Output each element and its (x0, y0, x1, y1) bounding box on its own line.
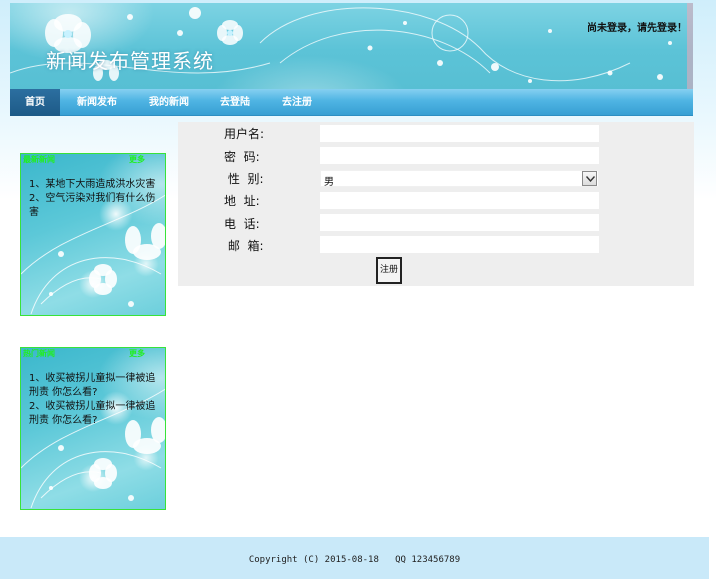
gender-label: 性 别: (224, 172, 264, 186)
chevron-down-icon[interactable] (582, 171, 597, 186)
email-label: 邮 箱: (224, 239, 264, 253)
phone-field[interactable] (320, 214, 599, 231)
box-header: 热门新闻 更多 (21, 348, 165, 359)
hot-news-box: 热门新闻 更多 1、收买被拐儿童拟一律被追刑责 你怎么看? 2、收买被拐儿童拟一… (20, 347, 166, 510)
latest-news-box: 最新新闻 更多 1、某地下大雨造成洪水灾害 2、空气污染对我们有什么伤害 (20, 153, 166, 316)
more-link[interactable]: 更多 (129, 348, 145, 359)
phone-label: 电 话: (224, 217, 260, 231)
username-field[interactable] (320, 125, 599, 142)
username-label: 用户名: (224, 127, 265, 141)
box-title: 最新新闻 (23, 155, 55, 164)
register-button[interactable]: 注册 (376, 257, 402, 284)
password-label: 密 码: (224, 150, 260, 164)
footer: Copyright (C) 2015-08-18 QQ 123456789 (0, 537, 709, 579)
copyright-text: Copyright (C) 2015-08-18 QQ 123456789 (248, 555, 461, 565)
gender-select[interactable]: 男 (320, 170, 599, 188)
nav-item-my-news[interactable]: 我的新闻 (138, 89, 200, 116)
password-field[interactable] (320, 147, 599, 164)
more-link[interactable]: 更多 (129, 154, 145, 165)
list-item[interactable]: 2、空气污染对我们有什么伤害 (29, 192, 159, 220)
email-field[interactable] (320, 236, 599, 253)
address-field[interactable] (320, 192, 599, 209)
register-form: 用户名: 密 码: 性 别: 男 地 址: 电 话: 邮 箱: 注册 (178, 122, 694, 286)
list-item[interactable]: 1、某地下大雨造成洪水灾害 (29, 178, 159, 192)
list-item[interactable]: 1、收买被拐儿童拟一律被追刑责 你怎么看? (29, 372, 159, 400)
site-title: 新闻发布管理系统 (46, 49, 214, 73)
nav-item-home[interactable]: 首页 (10, 89, 60, 116)
nav-item-publish-news[interactable]: 新闻发布 (66, 89, 128, 116)
list-item[interactable]: 2、收买被拐儿童拟一律被追刑责 你怎么看? (29, 400, 159, 428)
gender-selected-value: 男 (324, 177, 334, 188)
address-label: 地 址: (224, 194, 260, 208)
box-header: 最新新闻 更多 (21, 154, 165, 165)
main-nav: 首页 新闻发布 我的新闻 去登陆 去注册 (10, 89, 693, 116)
login-status[interactable]: 尚未登录，请先登录！ (587, 19, 687, 34)
news-list: 1、收买被拐儿童拟一律被追刑责 你怎么看? 2、收买被拐儿童拟一律被追刑责 你怎… (29, 372, 159, 428)
news-list: 1、某地下大雨造成洪水灾害 2、空气污染对我们有什么伤害 (29, 178, 159, 220)
nav-item-login[interactable]: 去登陆 (210, 89, 260, 116)
header-banner: 新闻发布管理系统 尚未登录，请先登录！ (10, 3, 693, 89)
box-title: 热门新闻 (23, 349, 55, 358)
nav-item-register[interactable]: 去注册 (272, 89, 322, 116)
